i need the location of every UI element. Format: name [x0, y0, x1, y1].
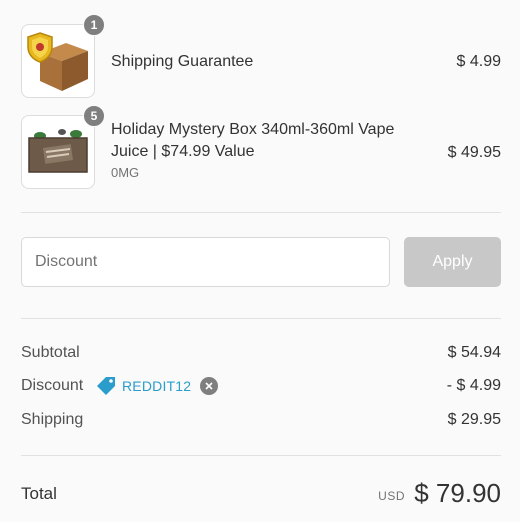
total-label: Total [21, 484, 57, 503]
line-item: 5 Holiday Mystery Box 340ml-360ml Vape J… [21, 105, 501, 189]
total-line: Total USD $ 79.90 [21, 478, 501, 512]
product-thumbnail: 5 [21, 105, 105, 189]
discount-label: Discount [21, 377, 84, 394]
subtotal-label: Subtotal [21, 344, 80, 361]
product-price: $ 49.95 [447, 144, 501, 161]
subtotal-line: Subtotal $ 54.94 [21, 344, 501, 364]
product-thumbnail: 1 [21, 14, 105, 98]
tag-icon [97, 377, 115, 395]
close-icon [205, 382, 213, 390]
quantity-badge: 5 [83, 105, 105, 127]
quantity-badge: 1 [83, 14, 105, 36]
line-item: 1 Shipping Guarantee $ 4.99 [21, 14, 501, 98]
shipping-line: Shipping $ 29.95 [21, 411, 501, 431]
divider [21, 455, 501, 456]
discount-tag: REDDIT12 [96, 376, 219, 396]
order-summary: 1 Shipping Guarantee $ 4.99 5 Holiday My… [0, 0, 520, 522]
apply-button[interactable]: Apply [404, 237, 501, 287]
currency-code: USD [378, 489, 405, 503]
discount-value: - $ 4.99 [446, 377, 501, 394]
divider [21, 318, 501, 319]
remove-discount-button[interactable] [200, 377, 219, 395]
shipping-label: Shipping [21, 411, 84, 428]
discount-code: REDDIT12 [122, 378, 192, 394]
product-price: $ 4.99 [456, 53, 501, 70]
product-variant: 0MG [111, 165, 140, 180]
divider [21, 212, 501, 213]
total-value: $ 79.90 [414, 478, 501, 508]
mystery-box-icon [28, 129, 88, 173]
shipping-value: $ 29.95 [447, 411, 501, 428]
discount-input[interactable] [21, 237, 390, 287]
product-name: Shipping Guarantee [111, 53, 254, 70]
shield-box-icon [27, 32, 88, 91]
subtotal-value: $ 54.94 [447, 344, 501, 361]
discount-line: Discount REDDIT12 - $ 4.99 [21, 377, 501, 397]
product-name: Holiday Mystery Box 340ml-360ml Vape Jui… [111, 121, 395, 160]
